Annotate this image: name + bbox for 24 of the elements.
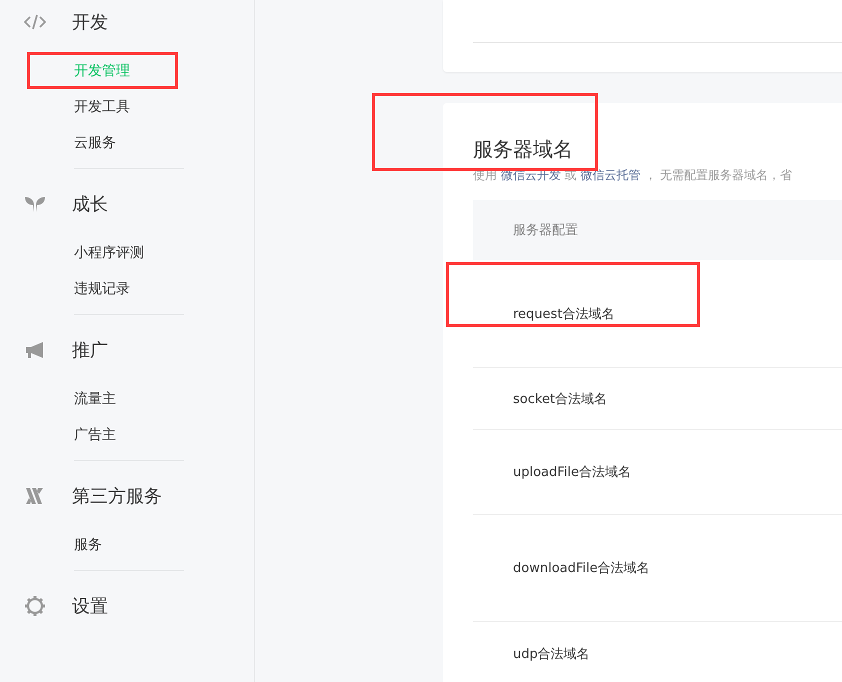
- table-cell-text: socket合法域名: [513, 390, 608, 408]
- nav-section-title[interactable]: 设置: [72, 594, 108, 618]
- nav-section-title[interactable]: 第三方服务: [72, 484, 162, 508]
- megaphone-icon: [25, 341, 45, 359]
- nav-item[interactable]: 流量主: [74, 390, 116, 408]
- table-cell-text: udp合法域名: [513, 646, 590, 663]
- nav-section-title[interactable]: 推广: [72, 338, 108, 362]
- table-header: 服务器配置: [473, 200, 842, 260]
- nav-item[interactable]: 广告主: [74, 426, 116, 444]
- nav-item[interactable]: 违规记录: [74, 280, 130, 298]
- nav-item[interactable]: 服务: [74, 536, 102, 554]
- nav-section-title[interactable]: 开发: [72, 10, 108, 34]
- table-cell-text: downloadFile合法域名: [513, 560, 650, 577]
- settings-icon: [24, 595, 46, 617]
- nav-item[interactable]: 开发工具: [74, 98, 130, 116]
- code-icon: [24, 14, 46, 30]
- crossed-strokes-icon: [25, 488, 45, 504]
- nav-section-title[interactable]: 成长: [72, 192, 108, 216]
- table-cell-text: uploadFile合法域名: [513, 464, 632, 481]
- sprout-icon: [25, 195, 45, 213]
- nav-item[interactable]: 小程序评测: [74, 244, 144, 262]
- section-title: 服务器域名: [473, 136, 574, 162]
- nav-item[interactable]: 云服务: [74, 134, 116, 152]
- table-cell-text: request合法域名: [513, 306, 614, 322]
